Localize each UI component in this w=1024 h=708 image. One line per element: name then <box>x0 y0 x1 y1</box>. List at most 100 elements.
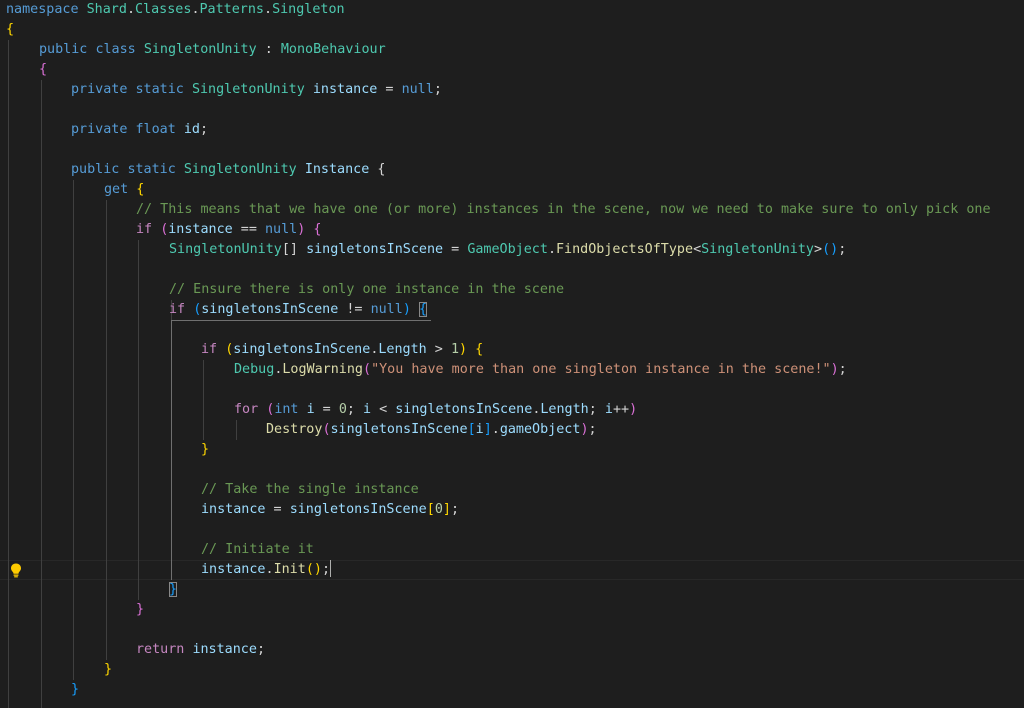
code-line[interactable]: private float id; <box>71 120 208 140</box>
indent-guide <box>138 240 139 600</box>
code-token: SingletonUnity <box>701 242 814 257</box>
code-comment: // Take the single instance <box>201 482 419 497</box>
code-line[interactable]: if (instance == null) { <box>136 220 321 240</box>
code-token: ) <box>580 422 589 437</box>
code-token: > <box>814 242 823 257</box>
code-token: < <box>371 402 396 417</box>
code-line[interactable]: } <box>169 580 178 600</box>
code-line[interactable]: for (int i = 0; i < singletonsInScene.Le… <box>234 400 637 420</box>
code-token: ; <box>588 402 605 417</box>
indent-guide <box>203 360 204 440</box>
code-line[interactable]: // Initiate it <box>201 540 314 560</box>
indent-guide <box>8 40 9 708</box>
code-token: Instance <box>304 162 370 177</box>
code-token: { <box>313 222 322 237</box>
code-token: FindObjectsOfType <box>556 242 694 257</box>
code-line[interactable]: // Take the single instance <box>201 480 419 500</box>
code-line[interactable]: instance = singletonsInScene[0]; <box>201 500 459 520</box>
code-token: { <box>136 182 145 197</box>
code-token: Length <box>540 402 589 417</box>
active-indent-guide <box>171 320 172 580</box>
code-line[interactable]: // This means that we have one (or more)… <box>136 200 991 220</box>
code-token: ) <box>402 302 411 317</box>
code-token: SingletonUnity <box>183 162 297 177</box>
code-token: Shard <box>86 2 127 17</box>
code-token: < <box>693 242 702 257</box>
code-line[interactable]: { <box>6 20 14 40</box>
matched-bracket: { <box>418 302 427 317</box>
code-token: instance <box>201 502 266 517</box>
code-token: { <box>6 22 15 37</box>
code-token: ; <box>433 82 442 97</box>
code-line[interactable]: if (singletonsInScene != null) { <box>169 300 427 320</box>
code-token: [ <box>426 502 435 517</box>
code-line[interactable]: } <box>136 600 144 620</box>
code-line[interactable]: Debug.LogWarning("You have more than one… <box>234 360 847 380</box>
code-token: static <box>127 162 176 177</box>
code-token: SingletonUnity <box>143 42 257 57</box>
code-token: { <box>39 62 48 77</box>
code-token: singletonsInScene <box>233 342 371 357</box>
code-token: i <box>604 402 613 417</box>
code-token: GameObject <box>467 242 548 257</box>
code-line[interactable]: } <box>104 660 112 680</box>
current-line-highlight <box>0 560 1024 580</box>
code-token: LogWarning <box>282 362 363 377</box>
code-line[interactable]: // Ensure there is only one instance in … <box>169 280 564 300</box>
code-token: instance <box>168 222 233 237</box>
code-line[interactable]: if (singletonsInScene.Length > 1) { <box>201 340 483 360</box>
code-token: ++ <box>612 402 630 417</box>
code-token: > <box>426 342 451 357</box>
lightbulb-icon[interactable] <box>9 562 23 578</box>
code-token: } <box>104 662 113 677</box>
code-line[interactable]: Destroy(singletonsInScene[i].gameObject)… <box>266 420 597 440</box>
code-token: ) <box>830 362 839 377</box>
code-line[interactable]: private static SingletonUnity instance =… <box>71 80 442 100</box>
code-token: Length <box>378 342 427 357</box>
code-token: . <box>264 2 273 17</box>
code-token: ) <box>297 222 306 237</box>
code-line[interactable]: } <box>201 440 209 460</box>
code-token: ) <box>629 402 638 417</box>
code-token: null <box>401 82 434 97</box>
code-token: = <box>265 502 290 517</box>
code-line[interactable]: instance.Init(); <box>201 560 331 580</box>
code-token: i <box>475 422 484 437</box>
code-line[interactable]: { <box>39 60 47 80</box>
code-line[interactable]: public class SingletonUnity : MonoBehavi… <box>39 40 386 60</box>
code-token: . <box>191 2 200 17</box>
code-token: { <box>369 162 386 177</box>
code-line[interactable]: get { <box>104 180 144 200</box>
code-token: ; <box>838 362 847 377</box>
code-token: namespace <box>6 2 79 17</box>
code-token: } <box>71 682 80 697</box>
code-token: null <box>265 222 298 237</box>
code-line[interactable]: SingletonUnity[] singletonsInScene = Gam… <box>169 240 846 260</box>
code-token: Debug <box>234 362 275 377</box>
code-token: Classes <box>135 2 192 17</box>
code-token: SingletonUnity <box>169 242 282 257</box>
code-token: = <box>314 402 339 417</box>
text-cursor <box>330 560 331 577</box>
code-token: private <box>71 122 128 137</box>
code-token: instance <box>192 642 257 657</box>
code-token: singletonsInScene <box>395 402 533 417</box>
code-token: () <box>822 242 839 257</box>
code-line[interactable]: namespace Shard.Classes.Patterns.Singlet… <box>6 0 345 20</box>
code-line[interactable]: public static SingletonUnity Instance { <box>71 160 385 180</box>
code-line[interactable]: } <box>71 680 79 700</box>
code-token: Patterns <box>199 2 265 17</box>
code-token: for <box>234 402 259 417</box>
code-line[interactable]: return instance; <box>136 640 265 660</box>
code-token: : <box>256 42 281 57</box>
code-token: = <box>443 242 468 257</box>
code-token: ( <box>322 422 331 437</box>
code-token: } <box>201 442 210 457</box>
code-editor[interactable]: namespace Shard.Classes.Patterns.Singlet… <box>0 0 1024 708</box>
indent-guide <box>106 200 107 660</box>
code-token: ; <box>321 562 330 577</box>
code-token: singletonsInScene <box>201 302 339 317</box>
code-token: . <box>547 242 556 257</box>
code-token: ; <box>256 642 265 657</box>
code-token: float <box>135 122 176 137</box>
